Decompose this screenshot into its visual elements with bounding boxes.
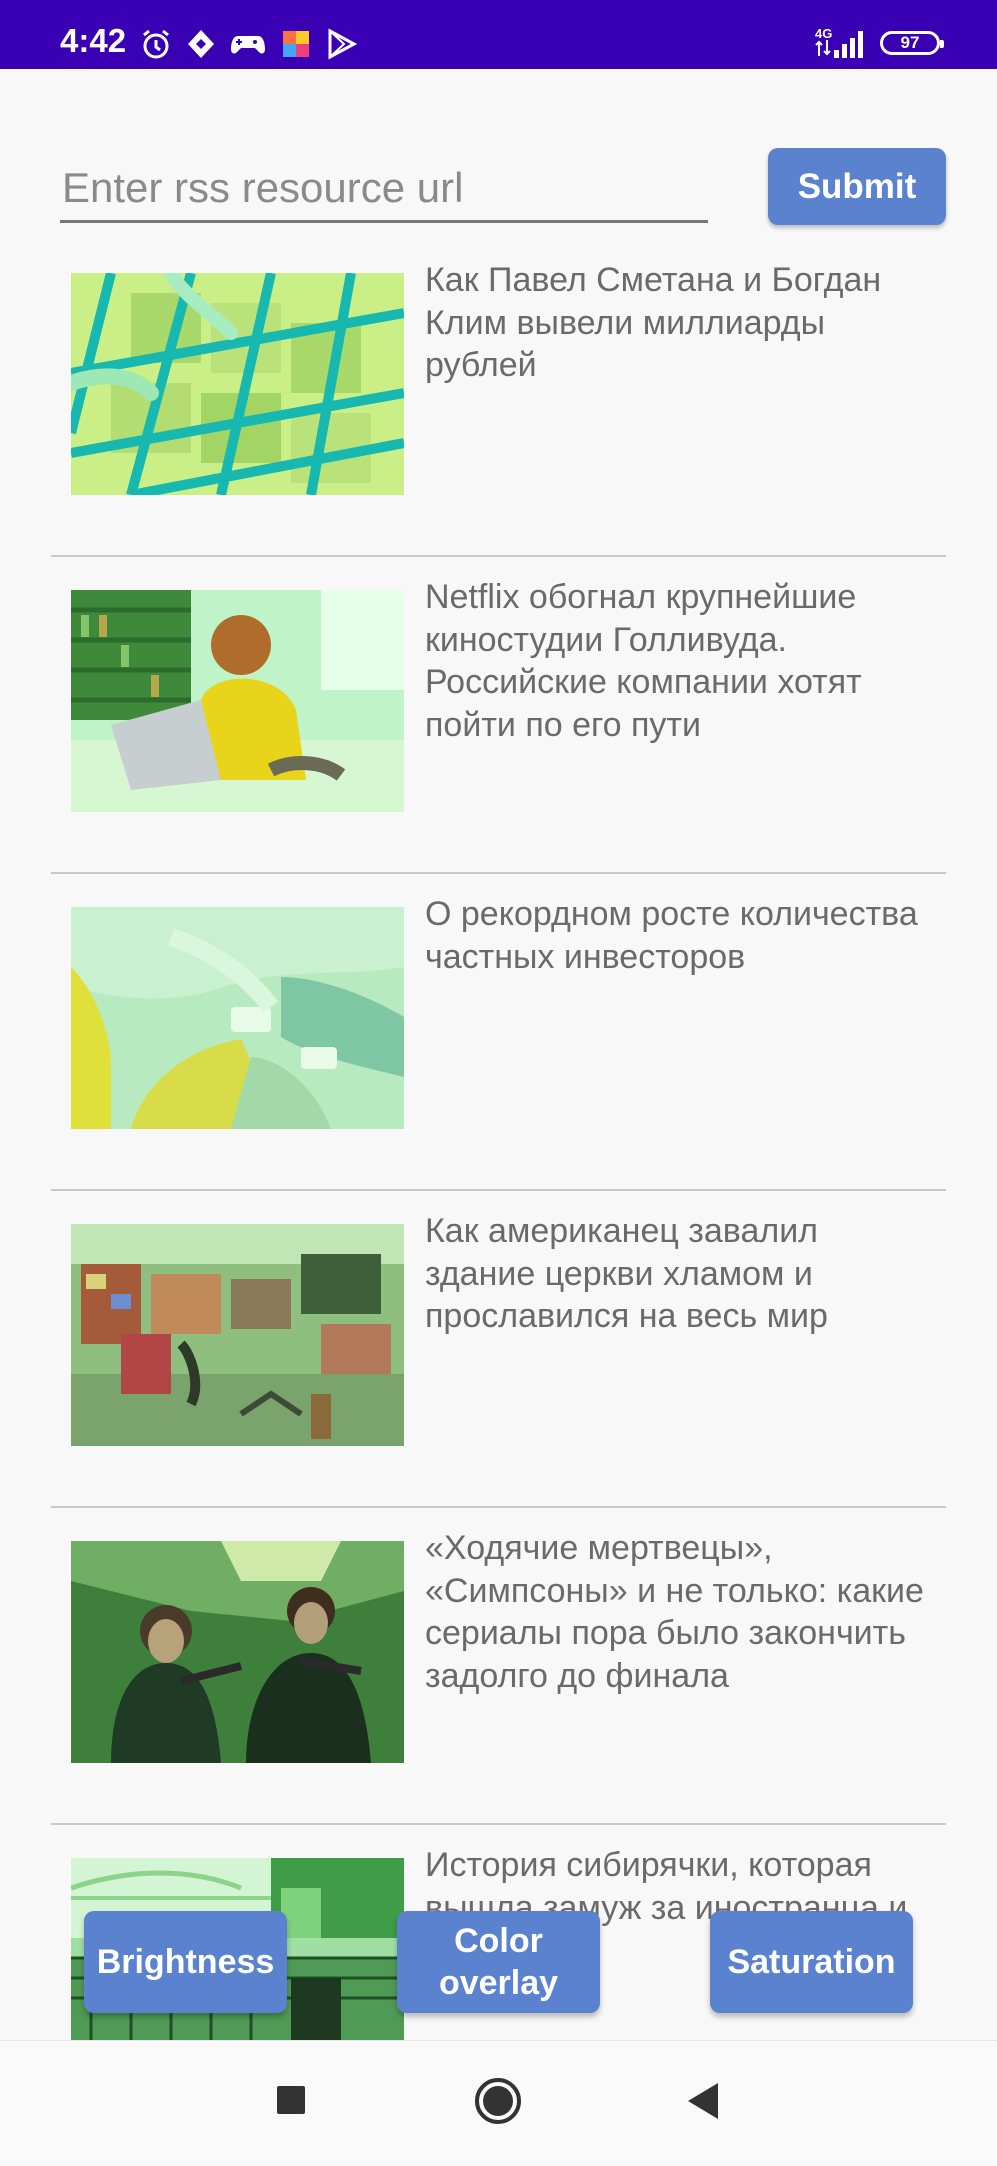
back-button[interactable]: [643, 2041, 763, 2161]
alarm-icon: [143, 29, 169, 59]
shield-icon: [188, 30, 214, 58]
feed-item[interactable]: Netflix обогнал крупнейшие киностудии Го…: [51, 557, 946, 874]
data-arrows-icon: [815, 40, 831, 56]
cluttered-room-photo: [71, 1224, 404, 1446]
money-trays-photo: [71, 273, 404, 495]
feed-item[interactable]: О рекордном росте количества частных инв…: [51, 874, 946, 1191]
recents-button[interactable]: [231, 2041, 351, 2161]
people-phones-photo: [71, 907, 404, 1129]
play-store-icon: [328, 28, 357, 60]
recents-icon: [277, 2086, 305, 2114]
feed-item-title: Netflix обогнал крупнейшие киностудии Го…: [425, 578, 862, 744]
saturation-button[interactable]: Saturation: [710, 1911, 913, 2013]
news-feed-list[interactable]: Как Павел Сметана и Богдан Клим вывели м…: [51, 240, 946, 2040]
home-button[interactable]: [438, 2041, 558, 2161]
feed-item-title: Как американец завалил здание церкви хла…: [425, 1212, 828, 1335]
navigation-bar: [0, 2040, 997, 2161]
rss-url-input[interactable]: [60, 155, 708, 223]
color-overlay-button[interactable]: Color overlay: [397, 1911, 600, 2013]
status-time: 4:42: [60, 22, 127, 59]
home-icon: [475, 2078, 521, 2124]
signal-icon: [834, 31, 863, 58]
battery-indicator: 97: [880, 31, 944, 55]
back-icon: [688, 2083, 718, 2119]
feed-item[interactable]: «Ходячие мертвецы», «Симпсоны» и не толь…: [51, 1508, 946, 1825]
feed-item[interactable]: Как Павел Сметана и Богдан Клим вывели м…: [51, 240, 946, 557]
feed-item-title: Как Павел Сметана и Богдан Клим вывели м…: [425, 261, 882, 384]
submit-button[interactable]: Submit: [768, 148, 946, 225]
app-icon: [283, 31, 309, 57]
feed-item-title: О рекордном росте количества частных инв…: [425, 895, 918, 976]
gamepad-icon: [231, 36, 265, 54]
brightness-button[interactable]: Brightness: [84, 1911, 287, 2013]
tv-series-photo: [71, 1541, 404, 1763]
feed-item-title: «Ходячие мертвецы», «Симпсоны» и не толь…: [425, 1529, 924, 1695]
woman-laptop-photo: [71, 590, 404, 812]
feed-item[interactable]: Как американец завалил здание церкви хла…: [51, 1191, 946, 1508]
status-bar: 4:42 4G 97: [0, 0, 997, 69]
